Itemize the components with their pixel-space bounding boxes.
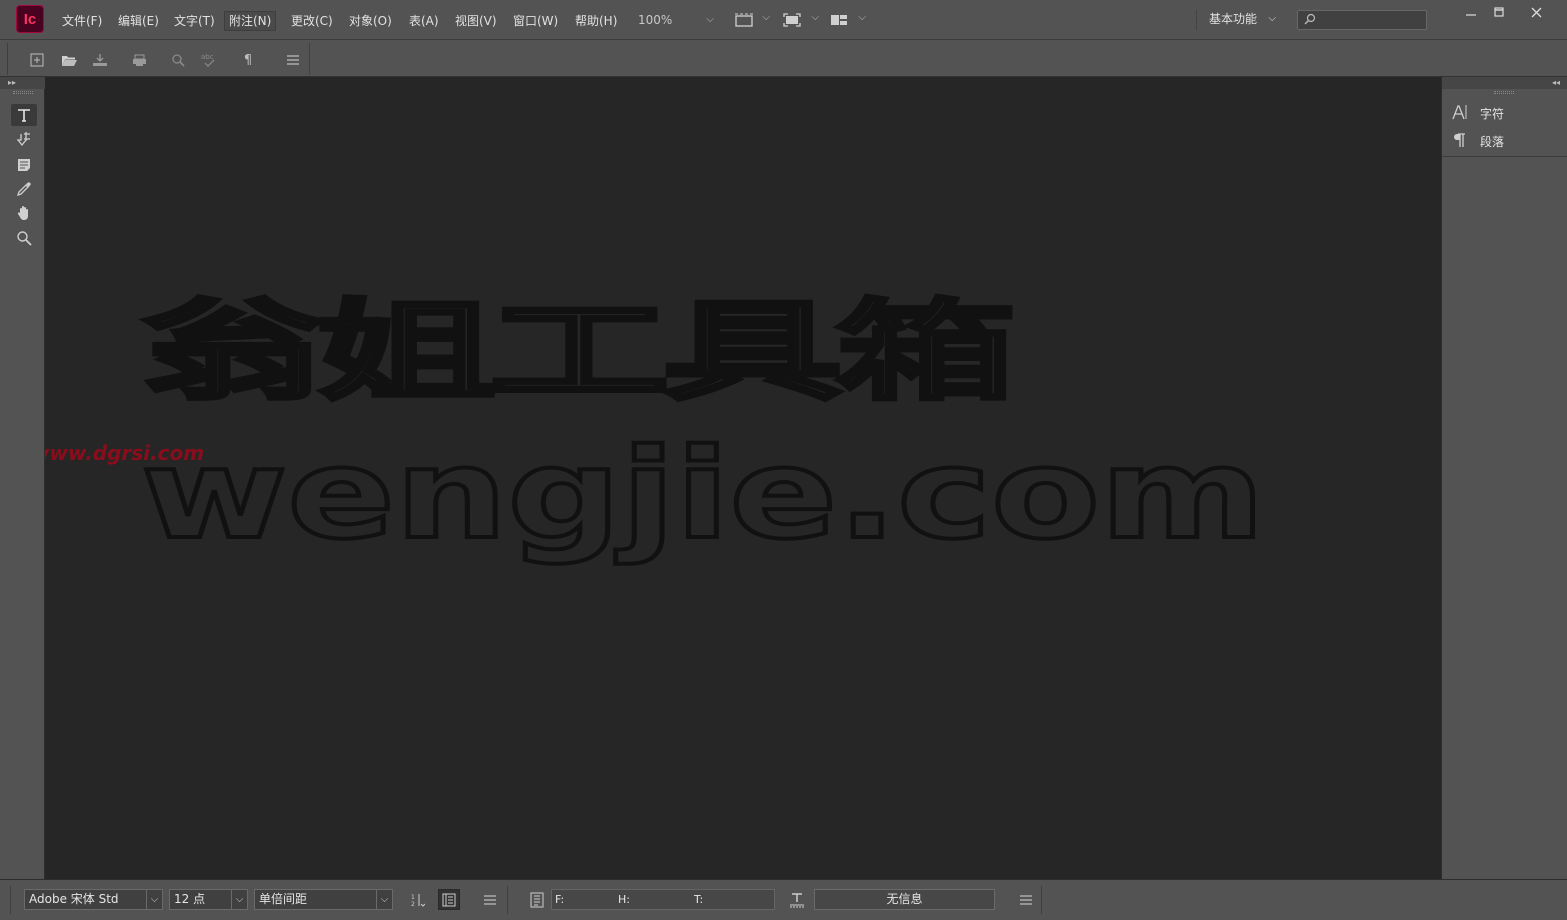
spellcheck-icon[interactable]: abc bbox=[200, 51, 218, 69]
menu-table[interactable]: 表(A) bbox=[405, 11, 443, 31]
arrange-documents-icon bbox=[830, 13, 848, 30]
pilcrow-icon[interactable]: ¶ bbox=[239, 51, 257, 69]
menu-window[interactable]: 窗口(W) bbox=[509, 11, 562, 31]
info-h-label: H: bbox=[618, 893, 630, 906]
document-info-icon bbox=[526, 889, 548, 910]
app-logo: Ic bbox=[16, 5, 44, 33]
view-options-icon bbox=[734, 13, 754, 30]
status-readout: 无信息 bbox=[814, 889, 995, 910]
screen-mode-button[interactable]: ⌵ bbox=[783, 10, 821, 30]
tools-panel: ▸▸ bbox=[0, 77, 45, 879]
panel-tab-paragraph[interactable]: 段落 bbox=[1452, 129, 1562, 153]
font-size-value: 12 点 bbox=[174, 892, 206, 906]
font-size-select[interactable]: 12 点 ⌵ bbox=[169, 889, 248, 910]
arrange-documents-button[interactable]: ⌵ bbox=[830, 10, 868, 30]
line-spacing-select[interactable]: 单倍间距 ⌵ bbox=[254, 889, 393, 910]
type-tool-icon[interactable] bbox=[11, 104, 37, 126]
hand-tool-icon[interactable] bbox=[11, 202, 37, 224]
divider bbox=[10, 886, 11, 914]
restore-button[interactable] bbox=[1485, 2, 1513, 22]
character-icon bbox=[1452, 104, 1468, 123]
text-frame-icon bbox=[786, 889, 808, 910]
note-tool-icon[interactable] bbox=[11, 154, 37, 176]
panel-tab-label: 段落 bbox=[1480, 134, 1505, 149]
control-bar-group: abc ¶ bbox=[7, 43, 310, 75]
minimize-icon bbox=[1466, 14, 1476, 16]
view-options-button[interactable]: ⌵ bbox=[734, 10, 772, 30]
menu-edit[interactable]: 编辑(E) bbox=[114, 11, 163, 31]
chevron-down-icon[interactable]: ⌵ bbox=[376, 890, 392, 909]
paragraph-icon bbox=[1452, 132, 1468, 151]
zoom-select[interactable]: 100% ⌵ bbox=[638, 10, 718, 30]
story-view-icon[interactable] bbox=[438, 889, 460, 910]
new-document-icon[interactable] bbox=[28, 51, 46, 69]
watermark-domain: wengjie.com bbox=[141, 423, 1265, 567]
font-family-value: Adobe 宋体 Std bbox=[29, 892, 119, 906]
minimize-button[interactable] bbox=[1457, 2, 1485, 22]
close-button[interactable] bbox=[1522, 2, 1550, 22]
workspace-label: 基本功能 bbox=[1209, 12, 1258, 26]
screen-mode-icon bbox=[783, 13, 801, 30]
info-readout: F: H: T: bbox=[551, 889, 775, 910]
divider bbox=[1041, 886, 1042, 914]
menu-view[interactable]: 视图(V) bbox=[451, 11, 501, 31]
print-icon[interactable] bbox=[130, 51, 148, 69]
divider bbox=[507, 886, 508, 914]
menu-object[interactable]: 对象(O) bbox=[345, 11, 396, 31]
chevron-down-icon: ⌵ bbox=[1268, 13, 1276, 24]
panel-tab-label: 字符 bbox=[1480, 106, 1505, 121]
watermark-title: 翁姐工具箱 bbox=[143, 290, 1011, 415]
bottom-bar: Adobe 宋体 Std ⌵ 12 点 ⌵ 单倍间距 ⌵ 12 F: H: T:… bbox=[0, 879, 1567, 920]
watermark: 翁姐工具箱 www.dgrsi.com wengjie.com bbox=[45, 288, 1267, 569]
chevron-down-icon: ⌵ bbox=[858, 12, 866, 23]
svg-text:2: 2 bbox=[411, 901, 415, 907]
menu-changes[interactable]: 更改(C) bbox=[287, 11, 337, 31]
document-canvas[interactable]: 翁姐工具箱 www.dgrsi.com wengjie.com bbox=[45, 77, 1441, 879]
info-t-label: T: bbox=[694, 893, 704, 906]
position-tool-icon[interactable] bbox=[11, 127, 37, 149]
zoom-value: 100% bbox=[638, 13, 673, 27]
panel-divider bbox=[1442, 156, 1567, 157]
panel-grip[interactable] bbox=[13, 91, 33, 94]
save-icon[interactable] bbox=[91, 51, 109, 69]
search-field[interactable] bbox=[1297, 10, 1427, 30]
chevron-down-icon: ⌵ bbox=[811, 12, 819, 23]
chevron-down-icon[interactable]: ⌵ bbox=[146, 890, 162, 909]
menu-icon[interactable] bbox=[479, 889, 501, 910]
panel-tab-character[interactable]: 字符 bbox=[1452, 101, 1562, 125]
open-folder-icon[interactable] bbox=[60, 51, 78, 69]
menu-type[interactable]: 文字(T) bbox=[170, 11, 219, 31]
font-family-select[interactable]: Adobe 宋体 Std ⌵ bbox=[24, 889, 163, 910]
search-input[interactable] bbox=[1320, 12, 1420, 28]
menu-icon[interactable] bbox=[284, 51, 302, 69]
line-numbers-icon[interactable]: 12 bbox=[407, 889, 429, 910]
info-f-label: F: bbox=[555, 893, 565, 906]
right-panel-dock: ◂◂ 字符 段落 bbox=[1441, 77, 1567, 879]
menu-icon[interactable] bbox=[1015, 889, 1037, 910]
menu-help[interactable]: 帮助(H) bbox=[571, 11, 621, 31]
chevron-down-icon: ⌵ bbox=[762, 12, 770, 23]
svg-text:abc: abc bbox=[201, 53, 214, 61]
restore-icon bbox=[1494, 7, 1504, 17]
zoom-tool-icon[interactable] bbox=[11, 227, 37, 249]
search-icon bbox=[1304, 13, 1316, 28]
line-spacing-value: 单倍间距 bbox=[259, 892, 308, 906]
collapse-panel-icon[interactable]: ◂◂ bbox=[1442, 77, 1567, 89]
workspace-switcher[interactable]: 基本功能 ⌵ bbox=[1196, 10, 1286, 30]
menu-file[interactable]: 文件(F) bbox=[58, 11, 106, 31]
svg-text:1: 1 bbox=[411, 894, 415, 901]
close-icon bbox=[1531, 7, 1541, 17]
eyedropper-tool-icon[interactable] bbox=[11, 178, 37, 200]
chevron-down-icon[interactable]: ⌵ bbox=[231, 890, 247, 909]
control-bar: abc ¶ bbox=[0, 40, 1567, 77]
expand-panel-icon[interactable]: ▸▸ bbox=[0, 77, 45, 89]
menu-notes[interactable]: 附注(N) bbox=[224, 11, 277, 31]
chevron-down-icon: ⌵ bbox=[706, 14, 714, 25]
panel-grip[interactable] bbox=[1494, 91, 1514, 94]
find-icon[interactable] bbox=[169, 51, 187, 69]
menu-bar: Ic 文件(F) 编辑(E) 文字(T) 附注(N) 更改(C) 对象(O) 表… bbox=[0, 0, 1567, 40]
